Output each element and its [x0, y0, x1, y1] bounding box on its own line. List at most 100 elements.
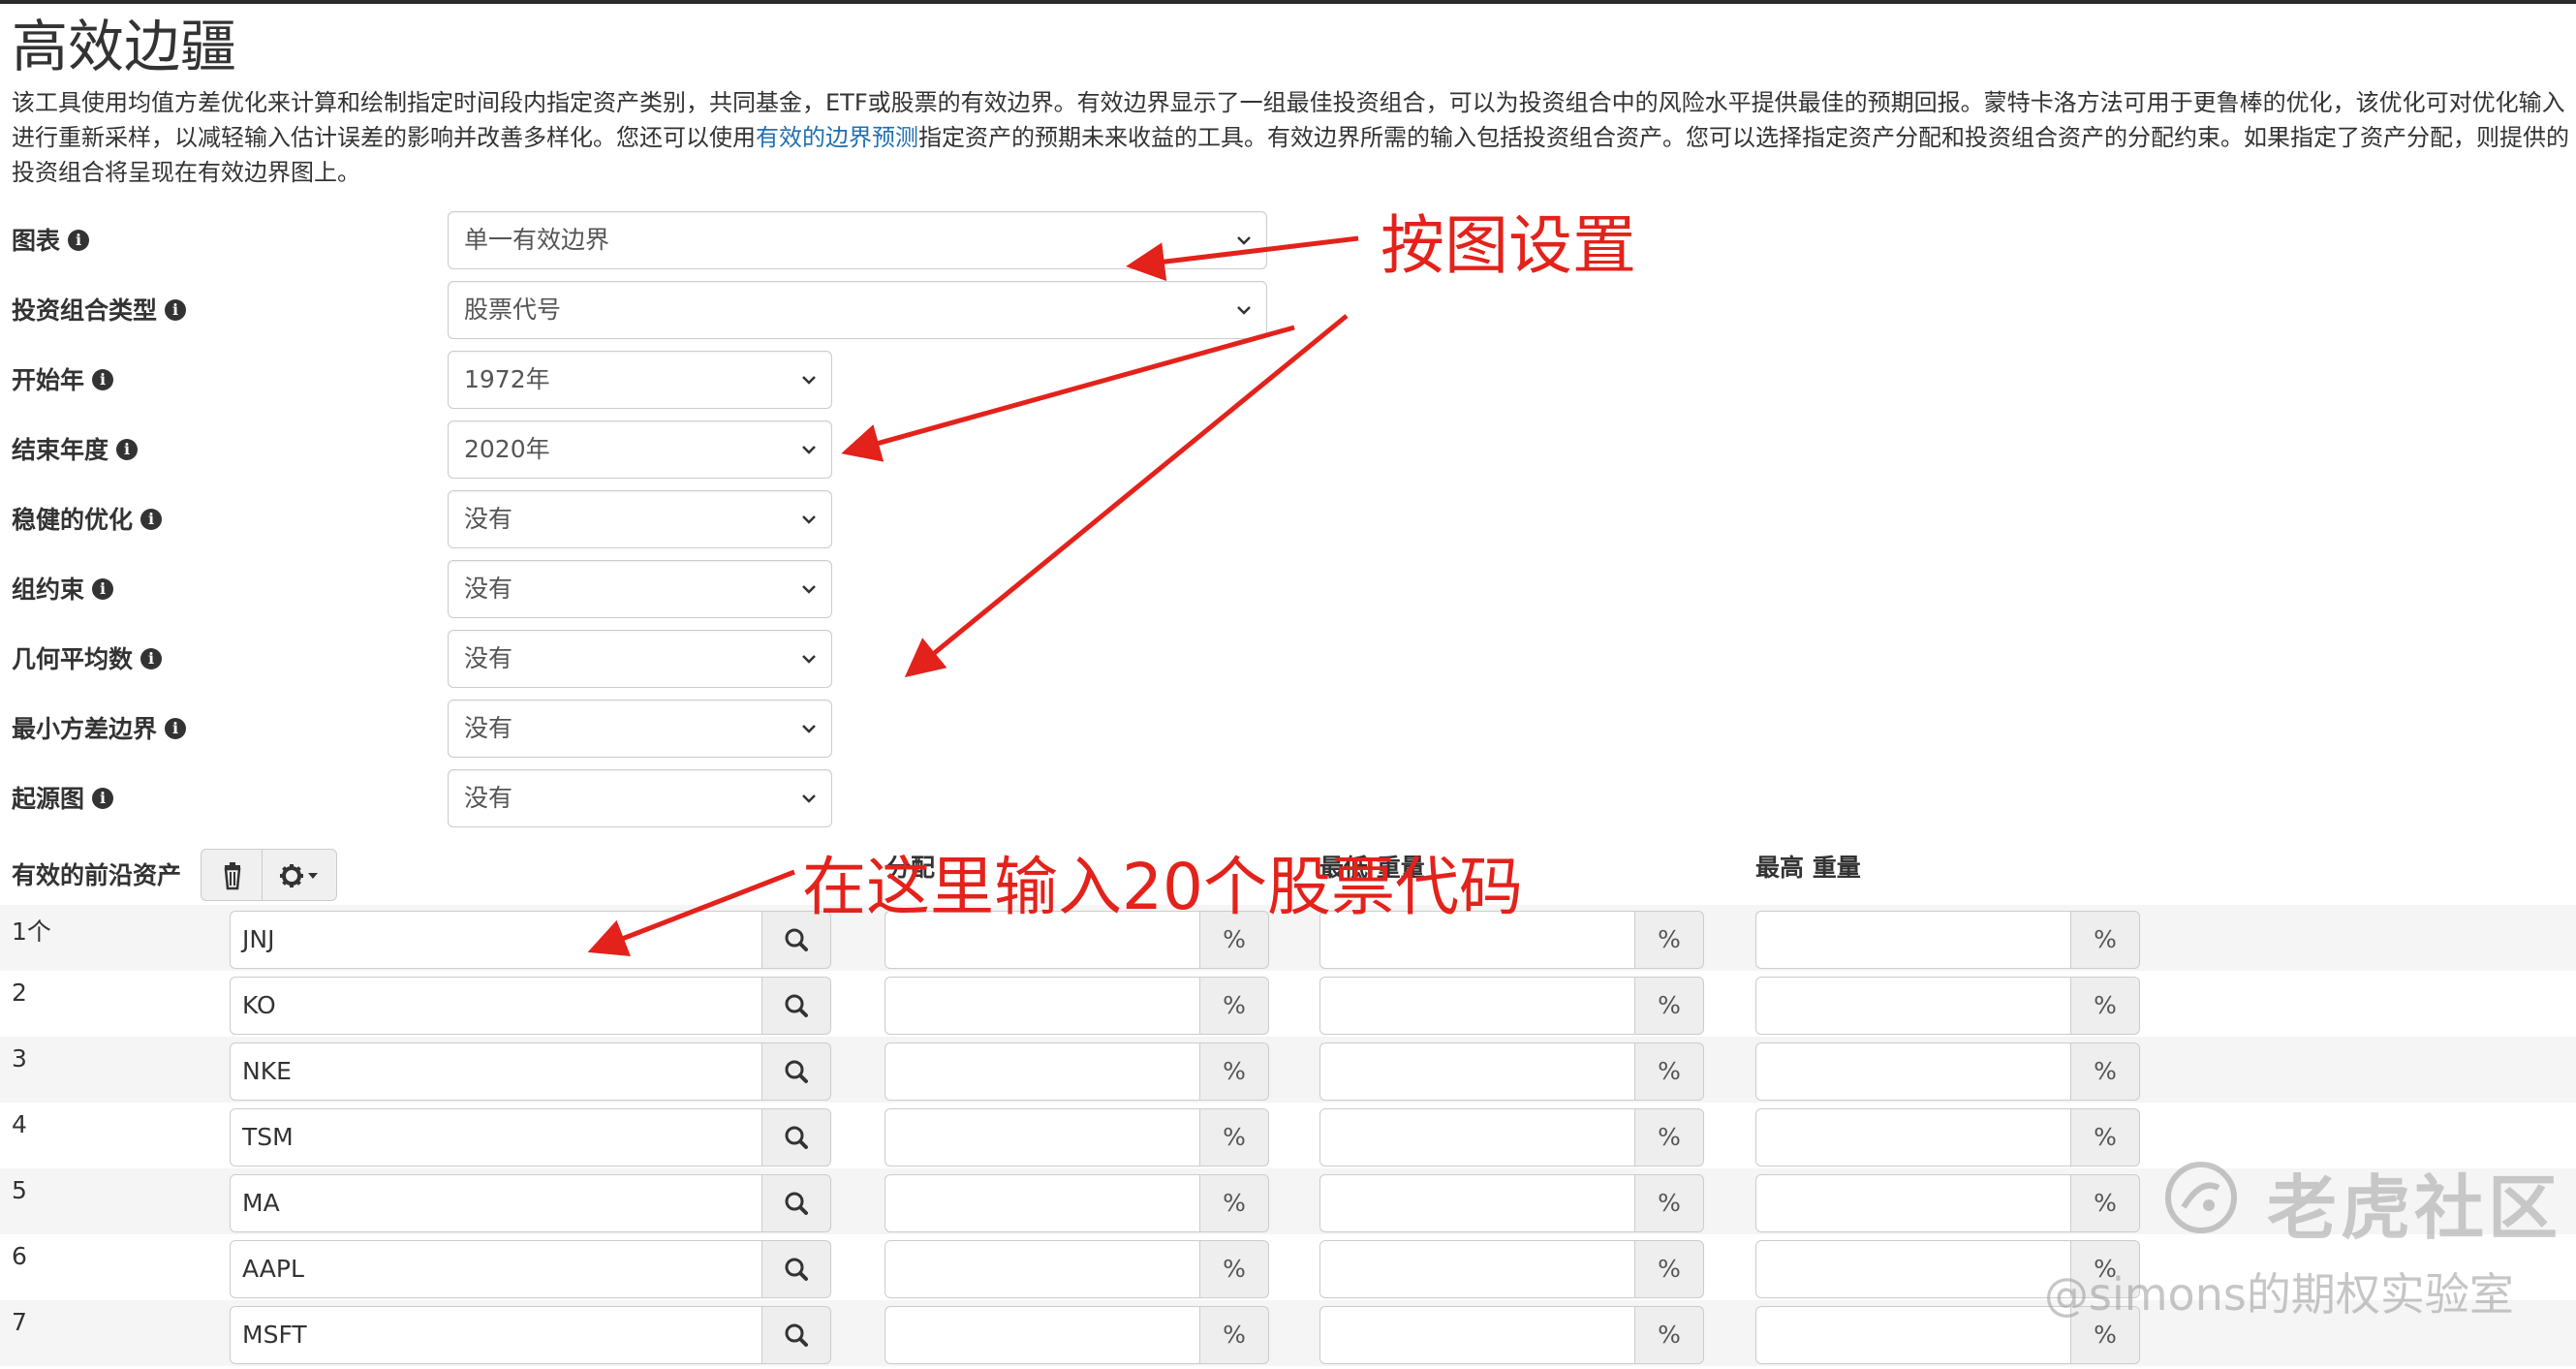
portfolio-type-label: 投资组合类型: [12, 296, 158, 325]
caret-down-icon: [308, 873, 318, 879]
allocation-input[interactable]: [885, 1306, 1200, 1364]
min-weight-input[interactable]: [1319, 1108, 1635, 1167]
search-icon: [785, 1126, 808, 1149]
allocation-input[interactable]: [885, 1240, 1200, 1298]
percent-addon: %: [1199, 977, 1269, 1035]
ticker-input[interactable]: AAPL: [230, 1240, 762, 1298]
chart-select[interactable]: 单一有效边界: [448, 211, 1267, 269]
ticker-input[interactable]: JNJ: [230, 911, 762, 969]
percent-addon: %: [2070, 977, 2140, 1035]
page-title: 高效边疆: [12, 14, 237, 79]
robust-optimization-select[interactable]: 没有: [448, 490, 832, 548]
max-weight-input[interactable]: [1755, 1174, 2071, 1232]
max-weight-input[interactable]: [1755, 977, 2071, 1035]
info-icon[interactable]: i: [92, 788, 114, 809]
info-icon[interactable]: i: [92, 369, 114, 390]
origin-chart-select[interactable]: 没有: [448, 769, 832, 827]
geometric-mean-select[interactable]: 没有: [448, 630, 832, 688]
percent-addon: %: [2070, 911, 2140, 969]
percent-addon: %: [1199, 1042, 1269, 1101]
form-row-start-year: 开始年 i 1972年: [0, 351, 1259, 411]
info-icon[interactable]: i: [140, 509, 163, 530]
max-weight-input[interactable]: [1755, 1108, 2071, 1167]
ticker-input[interactable]: MSFT: [230, 1306, 762, 1364]
ticker-input[interactable]: TSM: [230, 1108, 762, 1167]
asset-settings-dropdown[interactable]: [262, 849, 337, 901]
ticker-input[interactable]: NKE: [230, 1042, 762, 1101]
row-number: 4: [12, 1110, 27, 1138]
geometric-mean-label: 几何平均数: [12, 645, 134, 673]
allocation-input[interactable]: [885, 1174, 1200, 1232]
ticker-search-button[interactable]: [761, 977, 831, 1035]
end-year-select[interactable]: 2020年: [448, 420, 832, 479]
ticker-input[interactable]: MA: [230, 1174, 762, 1232]
min-variance-frontier-value: 没有: [464, 714, 513, 742]
gear-icon: [280, 864, 318, 887]
max-weight-input[interactable]: [1755, 911, 2071, 969]
percent-addon: %: [1634, 1042, 1704, 1101]
chevron-down-icon: [802, 794, 816, 803]
percent-addon: %: [1634, 911, 1704, 969]
portfolio-type-select[interactable]: 股票代号: [448, 281, 1267, 339]
form-row-group-constraints: 组约束 i 没有: [0, 560, 1259, 620]
group-constraints-value: 没有: [464, 575, 513, 603]
info-icon[interactable]: i: [68, 230, 90, 251]
percent-addon: %: [1634, 1306, 1704, 1364]
allocation-input[interactable]: [885, 977, 1200, 1035]
clear-assets-button[interactable]: [201, 849, 263, 901]
form-row-robust-optimization: 稳健的优化 i 没有: [0, 490, 1259, 550]
min-weight-input[interactable]: [1319, 1240, 1635, 1298]
percent-addon: %: [1199, 1240, 1269, 1298]
group-constraints-select[interactable]: 没有: [448, 560, 832, 618]
ticker-input[interactable]: KO: [230, 977, 762, 1035]
max-weight-input[interactable]: [1755, 1306, 2071, 1364]
min-weight-input[interactable]: [1319, 1174, 1635, 1232]
percent-addon: %: [1634, 1108, 1704, 1167]
allocation-input[interactable]: [885, 1042, 1200, 1101]
row-number: 1个: [12, 918, 51, 946]
info-icon[interactable]: i: [165, 299, 187, 321]
info-icon[interactable]: i: [92, 578, 114, 600]
ticker-search-button[interactable]: [761, 1174, 831, 1232]
max-weight-input[interactable]: [1755, 1240, 2071, 1298]
max-weight-input[interactable]: [1755, 1042, 2071, 1101]
robust-optimization-label: 稳健的优化: [12, 506, 134, 534]
ticker-search-button[interactable]: [761, 1240, 831, 1298]
asset-row: 2 KO%%%: [0, 971, 2576, 1037]
min-weight-input[interactable]: [1319, 1042, 1635, 1101]
start-year-select[interactable]: 1972年: [448, 351, 832, 409]
ticker-search-button[interactable]: [761, 1306, 831, 1364]
frontier-forecast-link[interactable]: 有效的边界预测: [756, 124, 918, 151]
max-weight-column-header: 最高 重量: [1755, 854, 1861, 882]
min-variance-frontier-select[interactable]: 没有: [448, 700, 832, 758]
chevron-down-icon: [802, 446, 816, 454]
info-icon[interactable]: i: [116, 439, 139, 460]
top-border: [0, 0, 2576, 4]
row-number: 2: [12, 979, 27, 1007]
tiger-logo-icon: [2165, 1162, 2237, 1233]
start-year-label: 开始年: [12, 366, 85, 394]
tickers-annotation: 在这里输入20个股票代码: [802, 850, 1523, 924]
group-constraints-label: 组约束: [12, 576, 85, 604]
row-number: 7: [12, 1308, 27, 1336]
chart-label: 图表: [12, 227, 61, 255]
geometric-mean-value: 没有: [464, 644, 513, 672]
form-row-portfolio-type: 投资组合类型 i 股票代号: [0, 281, 1267, 341]
percent-addon: %: [1634, 1240, 1704, 1298]
origin-chart-value: 没有: [464, 784, 513, 812]
percent-addon: %: [1199, 1174, 1269, 1232]
info-icon[interactable]: i: [140, 648, 163, 669]
allocation-input[interactable]: [885, 1108, 1200, 1167]
percent-addon: %: [1634, 977, 1704, 1035]
watermark-author: @simons的期权实验室: [2044, 1268, 2514, 1321]
percent-addon: %: [2070, 1108, 2140, 1167]
percent-addon: %: [2070, 1174, 2140, 1232]
min-weight-input[interactable]: [1319, 977, 1635, 1035]
ticker-search-button[interactable]: [761, 1108, 831, 1167]
info-icon[interactable]: i: [165, 718, 187, 739]
ticker-search-button[interactable]: [761, 1042, 831, 1101]
chevron-down-icon: [802, 725, 816, 733]
chevron-down-icon: [802, 655, 816, 664]
min-weight-input[interactable]: [1319, 1306, 1635, 1364]
asset-row: 3 NKE%%%: [0, 1037, 2576, 1103]
